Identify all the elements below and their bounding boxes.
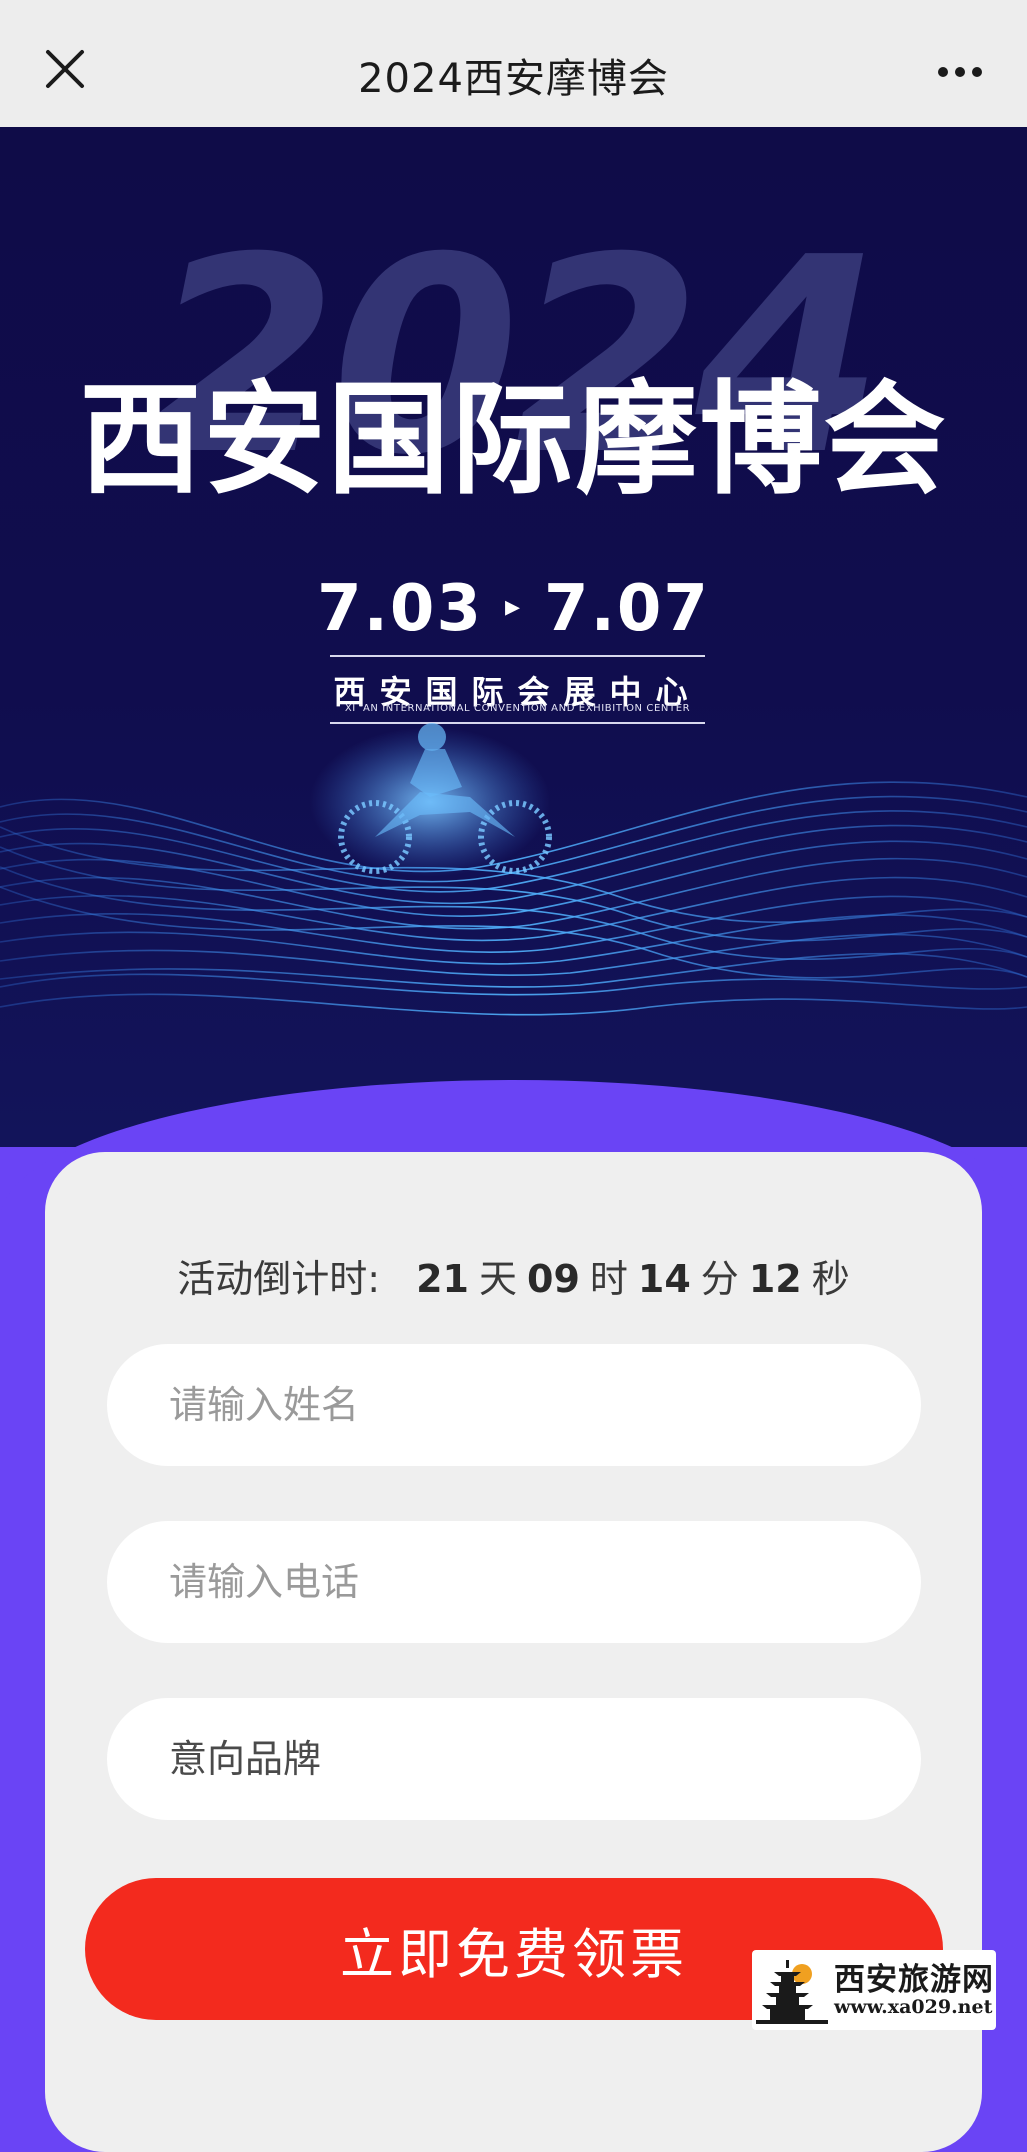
hero-title: 西安国际摩博会 [79, 369, 948, 511]
countdown-days-unit: 天 [478, 1257, 517, 1301]
pagoda-logo-icon [756, 1954, 828, 2026]
name-input[interactable] [107, 1344, 921, 1466]
countdown-minutes-unit: 分 [700, 1257, 739, 1301]
nav-bar: 2024西安摩博会 [0, 0, 1027, 127]
hero-dates: 7.03 ▸ 7.07 [0, 572, 1027, 646]
more-dots-icon[interactable] [937, 66, 983, 78]
countdown-seconds-unit: 秒 [811, 1257, 850, 1301]
watermark-text: 西安旅游网 [834, 1962, 994, 1998]
date-start: 7.03 [317, 572, 483, 646]
phone-input[interactable] [107, 1521, 921, 1643]
page-title: 2024西安摩博会 [358, 56, 669, 102]
brand-input[interactable] [107, 1698, 921, 1820]
play-arrow-icon: ▸ [504, 588, 523, 624]
watermark: 西安旅游网 www.xa029.net [752, 1950, 996, 2030]
date-end: 7.07 [544, 572, 710, 646]
countdown: 活动倒计时: 21 天 09 时 14 分 12 秒 [45, 1248, 982, 1303]
countdown-label: 活动倒计时: [177, 1257, 381, 1301]
countdown-seconds: 12 [748, 1257, 802, 1301]
countdown-hours: 09 [527, 1257, 580, 1301]
motorcycle-wave-graphic [0, 723, 1027, 1016]
hero-poster: 2024 西安国际摩博会 7.03 ▸ 7.07 西安国际会展中心 XI 'AN I… [0, 127, 1027, 1147]
watermark-url: www.xa029.net [834, 1996, 993, 2018]
countdown-hours-unit: 时 [589, 1257, 628, 1301]
countdown-days: 21 [416, 1257, 469, 1301]
countdown-minutes: 14 [637, 1257, 691, 1301]
